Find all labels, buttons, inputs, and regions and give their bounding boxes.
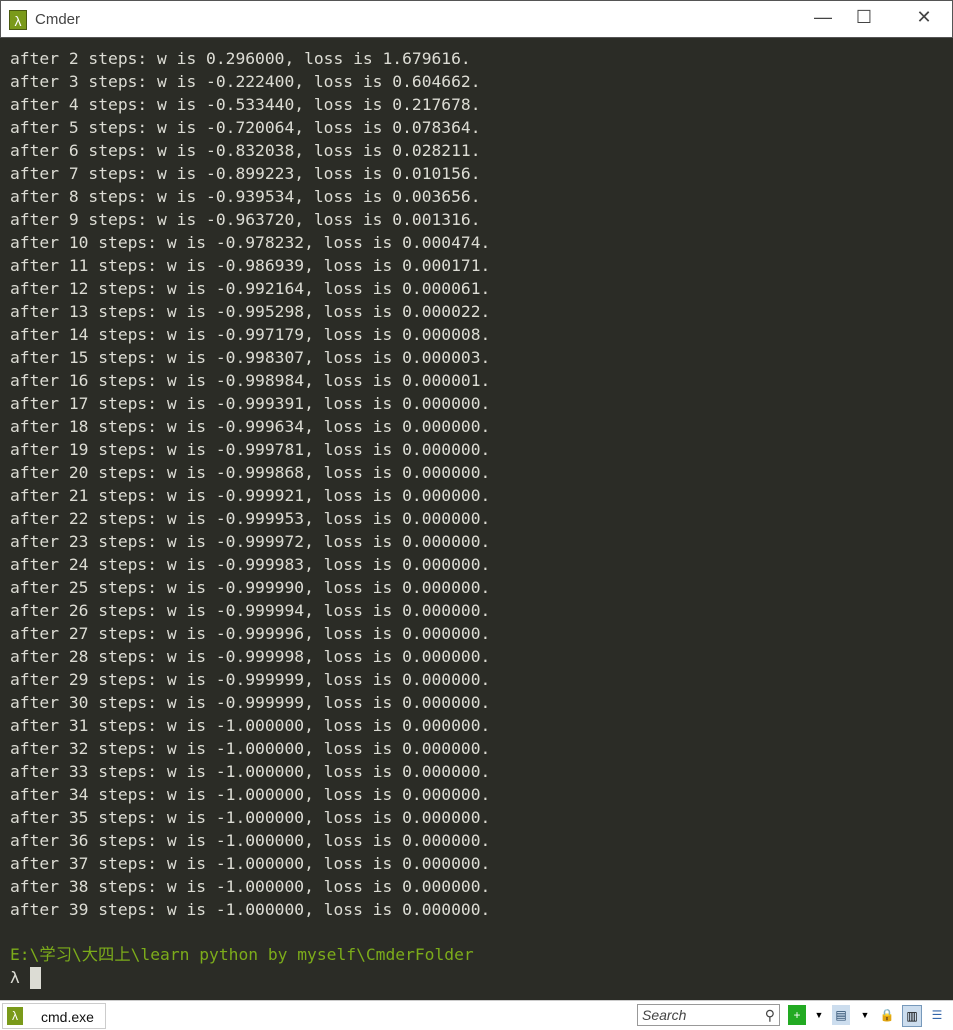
output-line: after 20 steps: w is -0.999868, loss is …: [10, 463, 491, 482]
output-line: after 10 steps: w is -0.978232, loss is …: [10, 233, 491, 252]
output-line: after 8 steps: w is -0.939534, loss is 0…: [10, 187, 481, 206]
output-line: after 34 steps: w is -1.000000, loss is …: [10, 785, 491, 804]
output-line: after 35 steps: w is -1.000000, loss is …: [10, 808, 491, 827]
output-line: after 14 steps: w is -0.997179, loss is …: [10, 325, 491, 344]
window-title: Cmder: [35, 11, 81, 28]
output-line: after 13 steps: w is -0.995298, loss is …: [10, 302, 491, 321]
status-bar: λ cmd.exe Search ⚲ + ▼ ▤ ▼ 🔒 ▥ ☰: [0, 1000, 953, 1030]
tab-cmd[interactable]: λ cmd.exe: [2, 1003, 106, 1029]
output-line: after 24 steps: w is -0.999983, loss is …: [10, 555, 491, 574]
title-bar: λ Cmder — ☐ ✕: [0, 0, 953, 38]
panel-icon[interactable]: ▥: [902, 1005, 922, 1027]
output-line: after 33 steps: w is -1.000000, loss is …: [10, 762, 491, 781]
output-line: after 19 steps: w is -0.999781, loss is …: [10, 440, 491, 459]
output-line: after 36 steps: w is -1.000000, loss is …: [10, 831, 491, 850]
output-line: after 30 steps: w is -0.999999, loss is …: [10, 693, 491, 712]
search-input[interactable]: Search ⚲: [637, 1004, 780, 1026]
chevron-down-icon[interactable]: ▼: [856, 1005, 874, 1025]
new-console-icon[interactable]: +: [788, 1005, 806, 1025]
terminal-output[interactable]: after 2 steps: w is 0.296000, loss is 1.…: [0, 38, 953, 1000]
output-line: after 6 steps: w is -0.832038, loss is 0…: [10, 141, 481, 160]
output-line: after 31 steps: w is -1.000000, loss is …: [10, 716, 491, 735]
output-line: after 21 steps: w is -0.999921, loss is …: [10, 486, 491, 505]
menu-icon[interactable]: ☰: [928, 1005, 946, 1025]
close-button[interactable]: ✕: [904, 7, 944, 28]
output-line: after 5 steps: w is -0.720064, loss is 0…: [10, 118, 481, 137]
minimize-button[interactable]: —: [803, 7, 843, 28]
output-line: after 9 steps: w is -0.963720, loss is 0…: [10, 210, 481, 229]
output-line: after 32 steps: w is -1.000000, loss is …: [10, 739, 491, 758]
search-placeholder: Search: [642, 1007, 687, 1023]
output-line: after 18 steps: w is -0.999634, loss is …: [10, 417, 491, 436]
prompt-path: E:\学习\大四上\learn python by myself\CmderFo…: [10, 945, 474, 964]
output-line: after 15 steps: w is -0.998307, loss is …: [10, 348, 491, 367]
output-line: after 25 steps: w is -0.999990, loss is …: [10, 578, 491, 597]
maximize-button[interactable]: ☐: [844, 7, 884, 28]
tab-label: cmd.exe: [41, 1009, 94, 1025]
chevron-down-icon[interactable]: ▼: [810, 1005, 828, 1025]
output-line: after 16 steps: w is -0.998984, loss is …: [10, 371, 491, 390]
output-line: after 27 steps: w is -0.999996, loss is …: [10, 624, 491, 643]
output-line: after 11 steps: w is -0.986939, loss is …: [10, 256, 491, 275]
lock-icon[interactable]: 🔒: [878, 1005, 896, 1025]
prompt-symbol: λ: [10, 968, 20, 987]
text-cursor: [30, 967, 41, 989]
lambda-icon: λ: [7, 1007, 23, 1025]
lambda-icon: λ: [9, 10, 27, 30]
search-icon: ⚲: [764, 1007, 775, 1023]
output-line: after 39 steps: w is -1.000000, loss is …: [10, 900, 491, 919]
output-line: after 17 steps: w is -0.999391, loss is …: [10, 394, 491, 413]
output-line: after 26 steps: w is -0.999994, loss is …: [10, 601, 491, 620]
output-line: after 29 steps: w is -0.999999, loss is …: [10, 670, 491, 689]
output-line: after 2 steps: w is 0.296000, loss is 1.…: [10, 49, 471, 68]
output-line: after 37 steps: w is -1.000000, loss is …: [10, 854, 491, 873]
output-line: after 22 steps: w is -0.999953, loss is …: [10, 509, 491, 528]
output-line: after 38 steps: w is -1.000000, loss is …: [10, 877, 491, 896]
output-line: after 23 steps: w is -0.999972, loss is …: [10, 532, 491, 551]
output-line: after 28 steps: w is -0.999998, loss is …: [10, 647, 491, 666]
output-line: after 12 steps: w is -0.992164, loss is …: [10, 279, 491, 298]
output-line: after 7 steps: w is -0.899223, loss is 0…: [10, 164, 481, 183]
output-line: after 4 steps: w is -0.533440, loss is 0…: [10, 95, 481, 114]
output-line: after 3 steps: w is -0.222400, loss is 0…: [10, 72, 481, 91]
split-icon[interactable]: ▤: [832, 1005, 850, 1025]
